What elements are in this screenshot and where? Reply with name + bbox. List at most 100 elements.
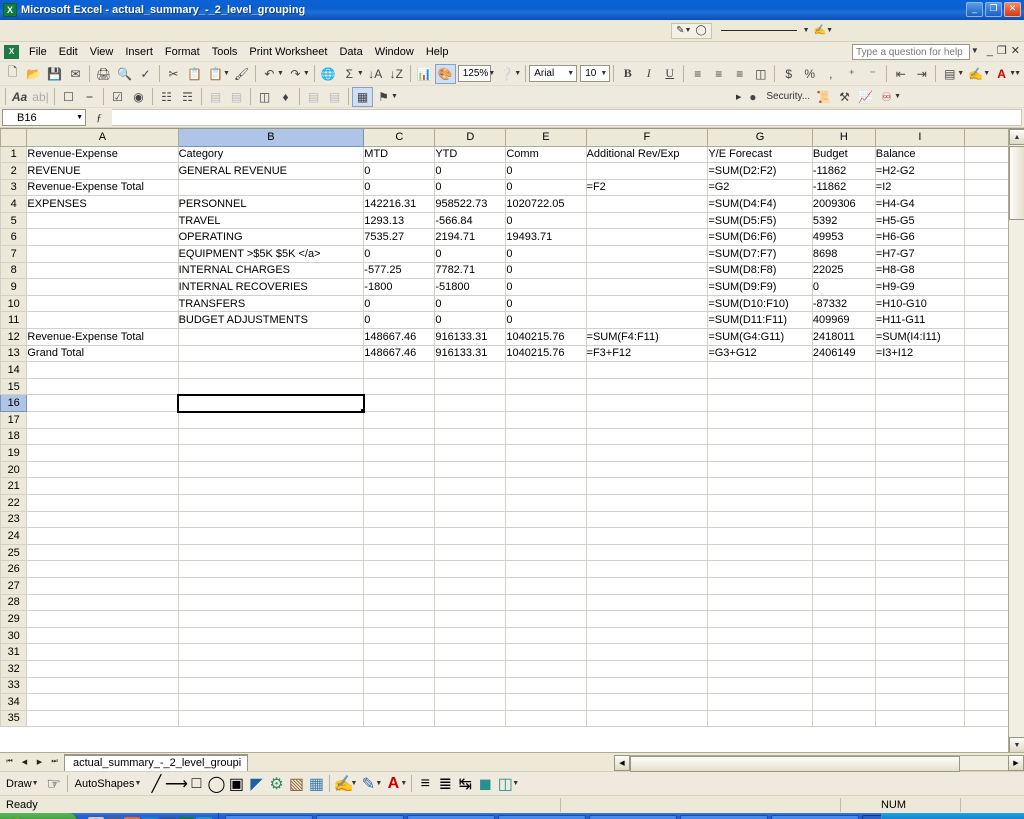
formatting-toolbar-options-icon[interactable]: ▼ bbox=[1014, 70, 1021, 77]
cell-E23[interactable] bbox=[506, 511, 586, 528]
cell-C18[interactable] bbox=[364, 428, 435, 445]
zoom-combo[interactable]: 125% bbox=[458, 65, 492, 82]
cell-C5[interactable]: 1293.13 bbox=[364, 212, 435, 229]
cell-G18[interactable] bbox=[708, 428, 813, 445]
column-header-H[interactable]: H bbox=[812, 129, 875, 146]
row-header-20[interactable]: 20 bbox=[1, 461, 27, 478]
cell-A10[interactable] bbox=[27, 295, 178, 312]
cell-E2[interactable]: 0 bbox=[506, 163, 586, 180]
cell-I26[interactable] bbox=[875, 561, 964, 578]
cell-I22[interactable] bbox=[875, 494, 964, 511]
cell-D25[interactable] bbox=[435, 544, 506, 561]
cell-B27[interactable] bbox=[178, 577, 364, 594]
cell-H28[interactable] bbox=[812, 594, 875, 611]
cell-C24[interactable] bbox=[364, 528, 435, 545]
font-size-combo[interactable]: 10 ▼ bbox=[580, 65, 610, 82]
cell-E32[interactable] bbox=[506, 660, 586, 677]
underline-button[interactable]: U bbox=[659, 64, 680, 84]
cell-B13[interactable] bbox=[178, 345, 364, 362]
row-header-12[interactable]: 12 bbox=[1, 329, 27, 346]
cell-C34[interactable] bbox=[364, 694, 435, 711]
cell-F34[interactable] bbox=[586, 694, 708, 711]
cell-D24[interactable] bbox=[435, 528, 506, 545]
cell-E12[interactable]: 1040215.76 bbox=[506, 329, 586, 346]
cell-I6[interactable]: =H6-G6 bbox=[875, 229, 964, 246]
select-arrow-icon[interactable]: ☞ bbox=[44, 775, 64, 793]
chart-wizard-icon[interactable]: 📊 bbox=[414, 64, 435, 84]
cell-I8[interactable]: =H8-G8 bbox=[875, 262, 964, 279]
scroll-down-icon[interactable]: ▼ bbox=[1009, 737, 1024, 752]
cell-C33[interactable] bbox=[364, 677, 435, 694]
cell-F15[interactable] bbox=[586, 378, 708, 395]
cell-G32[interactable] bbox=[708, 660, 813, 677]
row-header-5[interactable]: 5 bbox=[1, 212, 27, 229]
taskbar-item-0[interactable]: @Inbox for... bbox=[225, 815, 313, 819]
row-header-11[interactable]: 11 bbox=[1, 312, 27, 329]
menu-window[interactable]: Window bbox=[369, 44, 420, 60]
cell-G13[interactable]: =G3+G12 bbox=[708, 345, 813, 362]
combo-box-icon[interactable]: ☶ bbox=[177, 87, 198, 107]
column-header-C[interactable]: C bbox=[364, 129, 435, 146]
cell-F9[interactable] bbox=[586, 279, 708, 296]
cell-A26[interactable] bbox=[27, 561, 178, 578]
cell-C4[interactable]: 142216.31 bbox=[364, 196, 435, 213]
cell-D5[interactable]: -566.84 bbox=[435, 212, 506, 229]
cell-B30[interactable] bbox=[178, 627, 364, 644]
cell-B16[interactable] bbox=[178, 395, 364, 412]
cell-B28[interactable] bbox=[178, 594, 364, 611]
cell-C19[interactable] bbox=[364, 445, 435, 462]
menu-print-worksheet[interactable]: Print Worksheet bbox=[243, 44, 333, 60]
cell-G23[interactable] bbox=[708, 511, 813, 528]
copy-icon[interactable]: 📋 bbox=[184, 64, 205, 84]
cell-B21[interactable] bbox=[178, 478, 364, 495]
cell-C8[interactable]: -577.25 bbox=[364, 262, 435, 279]
drawing-icon[interactable]: 🎨 bbox=[435, 64, 456, 84]
cell-I5[interactable]: =H5-G5 bbox=[875, 212, 964, 229]
cell-E5[interactable]: 0 bbox=[506, 212, 586, 229]
vb-editor-icon[interactable]: 📜 bbox=[813, 87, 834, 107]
group-box-icon[interactable]: ☐ bbox=[58, 87, 79, 107]
cell-A2[interactable]: REVENUE bbox=[27, 163, 178, 180]
diagram-icon[interactable]: ⚙ bbox=[266, 775, 286, 793]
cell-C14[interactable] bbox=[364, 362, 435, 379]
cell-E7[interactable]: 0 bbox=[506, 246, 586, 263]
cell-D26[interactable] bbox=[435, 561, 506, 578]
cell-G31[interactable] bbox=[708, 644, 813, 661]
cell-G4[interactable]: =SUM(D4:F4) bbox=[708, 196, 813, 213]
cell-F26[interactable] bbox=[586, 561, 708, 578]
redo-dropdown-icon[interactable]: ▼ bbox=[303, 70, 310, 77]
vb-toolbar-handle-icon[interactable]: ▶ bbox=[736, 93, 741, 101]
cell-A23[interactable] bbox=[27, 511, 178, 528]
font-color-dropdown-icon[interactable]: ▼ bbox=[400, 780, 407, 787]
pen-dropdown-icon[interactable]: ▼ bbox=[685, 27, 692, 34]
cell-F25[interactable] bbox=[586, 544, 708, 561]
cell-I11[interactable]: =H11-G11 bbox=[875, 312, 964, 329]
row-header-3[interactable]: 3 bbox=[1, 179, 27, 196]
vertical-scroll-thumb[interactable] bbox=[1009, 146, 1024, 220]
row-header-31[interactable]: 31 bbox=[1, 644, 27, 661]
cell-H2[interactable]: -11862 bbox=[812, 163, 875, 180]
fill-color-dropdown-icon[interactable]: ▼ bbox=[350, 780, 357, 787]
cell-H4[interactable]: 2009306 bbox=[812, 196, 875, 213]
cell-B12[interactable] bbox=[178, 329, 364, 346]
cell-D20[interactable] bbox=[435, 461, 506, 478]
cell-G16[interactable] bbox=[708, 395, 813, 412]
cell-F22[interactable] bbox=[586, 494, 708, 511]
forms-toolbar-options-icon[interactable]: ▼ bbox=[391, 93, 398, 100]
cell-F31[interactable] bbox=[586, 644, 708, 661]
cell-A22[interactable] bbox=[27, 494, 178, 511]
cell-I16[interactable] bbox=[875, 395, 964, 412]
name-box[interactable]: B16 ▼ bbox=[2, 109, 86, 126]
autosum-dropdown-icon[interactable]: ▼ bbox=[357, 70, 364, 77]
picture-icon[interactable]: ▦ bbox=[306, 775, 326, 793]
cell-F29[interactable] bbox=[586, 611, 708, 628]
column-header-A[interactable]: A bbox=[27, 129, 178, 146]
cell-I10[interactable]: =H10-G10 bbox=[875, 295, 964, 312]
horizontal-scroll-track[interactable] bbox=[630, 755, 1008, 771]
cell-F28[interactable] bbox=[586, 594, 708, 611]
cell-B9[interactable]: INTERNAL RECOVERIES bbox=[178, 279, 364, 296]
cell-C22[interactable] bbox=[364, 494, 435, 511]
cell-D13[interactable]: 916133.31 bbox=[435, 345, 506, 362]
cell-B3[interactable] bbox=[178, 179, 364, 196]
cell-H6[interactable]: 49953 bbox=[812, 229, 875, 246]
